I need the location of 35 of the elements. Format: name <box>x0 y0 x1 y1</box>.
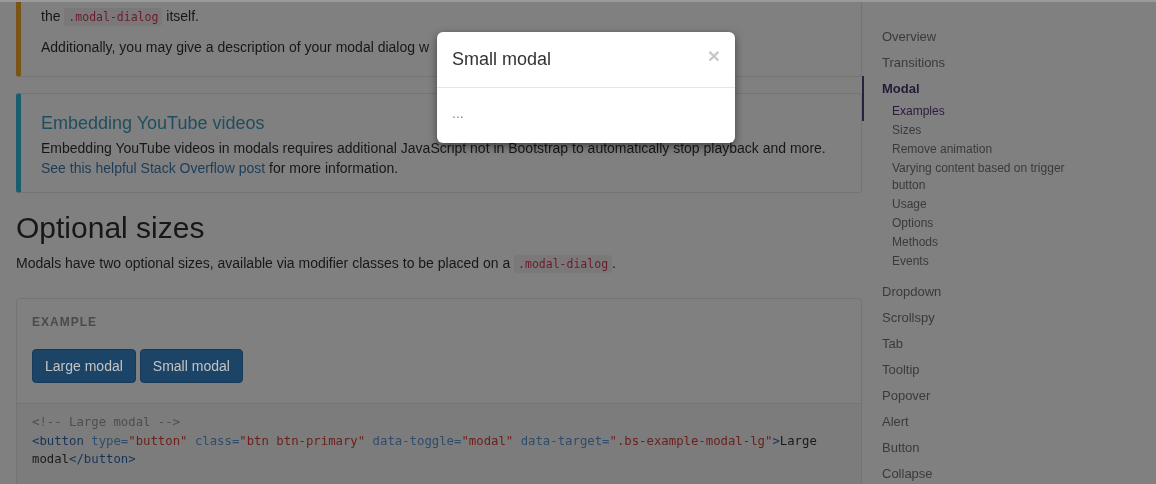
nav-item[interactable]: Scrollspy <box>882 305 1156 331</box>
callout-text: the .modal-dialog itself. <box>41 7 199 27</box>
nav-item[interactable]: Popover <box>882 383 1156 409</box>
stack-overflow-link[interactable]: See this helpful Stack Overflow post <box>41 160 266 176</box>
code-line: <button type="button" class="btn btn-primary" data-toggle="modal" data-target=".bs-example-modal-lg">Large <box>32 432 818 450</box>
nav-subitem[interactable]: Remove animation <box>882 140 1082 159</box>
code-line: modal</button> <box>32 451 137 468</box>
nav-item[interactable]: Button <box>882 435 1156 461</box>
nav-subitem[interactable]: Events <box>882 252 1082 271</box>
nav-item[interactable]: Modal <box>882 76 1156 102</box>
nav-subitem[interactable]: Sizes <box>882 121 1082 140</box>
section-intro: Modals have two optional sizes, available via modifier classes to be placed on a .modal-dialog . <box>16 254 617 274</box>
modal-body-text: ... <box>452 105 464 121</box>
nav-item[interactable]: Dropdown <box>882 279 1156 305</box>
callout-text: Embedding YouTube videos in modals requires additional JavaScript not in Bootstrap to automatically stop playback and more. See this helpful Stack Overflow post for more information. <box>41 139 827 178</box>
close-button[interactable]: × <box>707 45 720 66</box>
open-modal-button[interactable]: Large modal <box>32 349 136 383</box>
nav-item[interactable]: Alert <box>882 409 1156 435</box>
callout-text: Additionally, you may give a description of your modal dialog w <box>41 38 430 57</box>
nav-item[interactable]: Transitions <box>882 50 1156 76</box>
nav-item[interactable]: Overview <box>882 24 1156 50</box>
inline-code: .modal-dialog <box>514 255 613 273</box>
nav-subitem[interactable]: Methods <box>882 233 1082 252</box>
nav-subitem[interactable]: Usage <box>882 195 1082 214</box>
nav-item[interactable]: Collapse <box>882 461 1156 484</box>
inline-code: .modal-dialog <box>64 8 163 26</box>
nav-item[interactable]: Tab <box>882 331 1156 357</box>
modal-title: Small modal <box>452 48 552 71</box>
nav-subitem[interactable]: Examples <box>882 102 1082 121</box>
section-heading: Optional sizes <box>16 211 206 245</box>
callout-title: Embedding YouTube videos <box>41 113 265 134</box>
nav-subitem[interactable]: Varying content based on trigger button <box>882 159 1082 195</box>
nav-item[interactable]: Tooltip <box>882 357 1156 383</box>
open-modal-button[interactable]: Small modal <box>139 349 243 383</box>
nav-subitem[interactable]: Options <box>882 214 1082 233</box>
